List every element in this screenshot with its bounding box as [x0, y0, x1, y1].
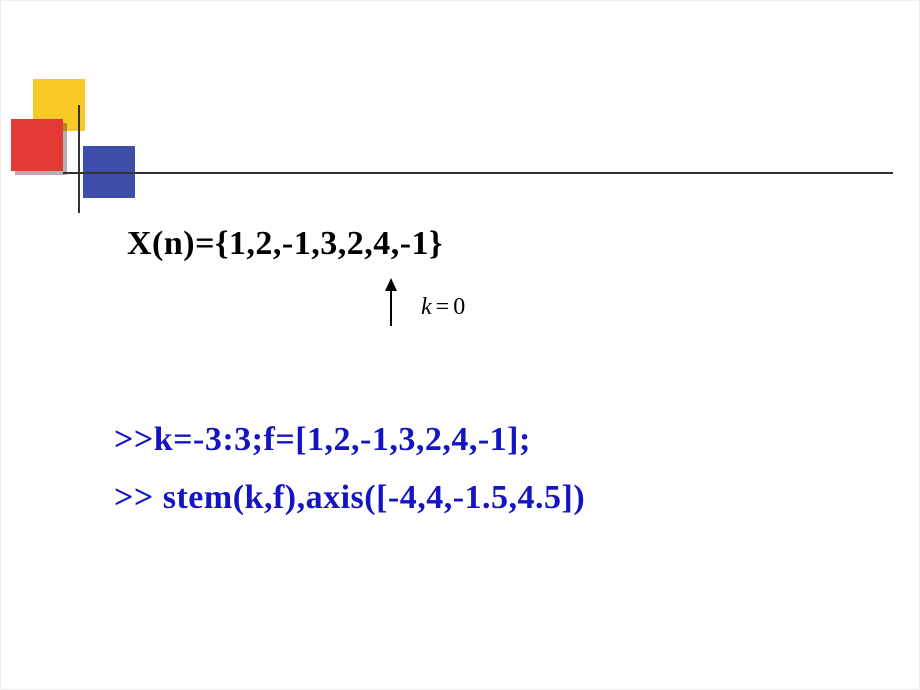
index-var: k [421, 294, 432, 320]
deco-vertical-rule [78, 105, 80, 213]
deco-square-red [11, 119, 63, 171]
matlab-code-line-1: >>k=-3:3;f=[1,2,-1,3,2,4,-1]; [114, 421, 531, 459]
sequence-definition: X(n)={1,2,-1,3,2,4,-1} [127, 225, 443, 263]
index-value: 0 [453, 294, 465, 320]
slide-canvas: X(n)={1,2,-1,3,2,4,-1} k=0 >>k=-3:3;f=[1… [1, 1, 919, 689]
index-label: k=0 [421, 294, 465, 321]
matlab-code-line-2: >> stem(k,f),axis([-4,4,-1.5,4.5]) [114, 479, 585, 517]
arrow-shaft [390, 284, 392, 326]
deco-horizontal-rule [63, 172, 893, 174]
index-eq: = [432, 294, 454, 320]
